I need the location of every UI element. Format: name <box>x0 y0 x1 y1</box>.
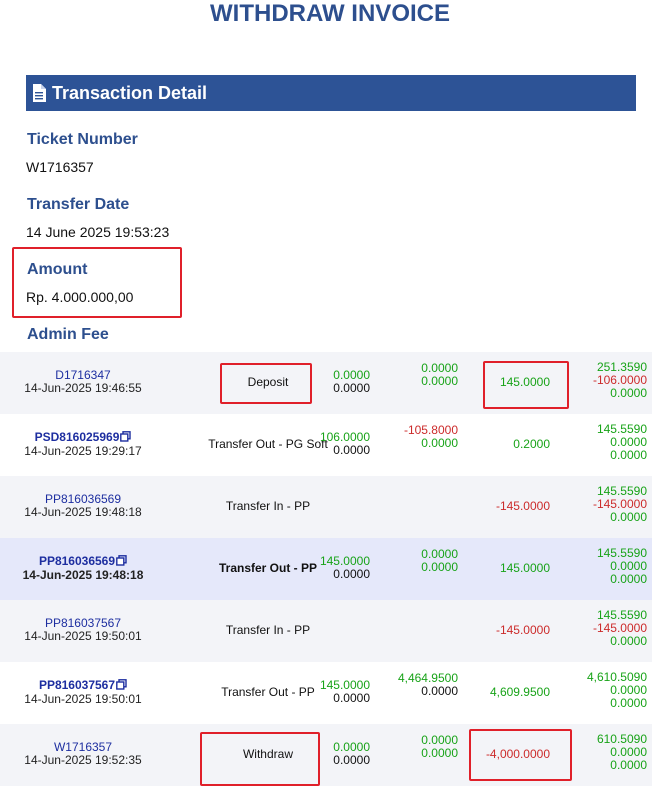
type-highlight <box>200 732 320 786</box>
transaction-id-link[interactable]: PP816037567 <box>39 678 115 692</box>
balance-pending: 0.0000 <box>610 448 647 462</box>
copy-icon[interactable] <box>120 431 132 445</box>
page-title: WITHDRAW INVOICE <box>210 0 450 27</box>
table-row: PP816037567 14-Jun-2025 19:50:01 Transfe… <box>0 662 652 724</box>
balance-pending: 0.0000 <box>610 634 647 648</box>
transaction-date: 14-Jun-2025 19:46:55 <box>24 381 142 395</box>
transaction-date: 14-Jun-2025 19:50:01 <box>24 629 142 643</box>
transaction-date: 14-Jun-2025 19:52:35 <box>24 753 142 767</box>
net-amount-highlight <box>483 361 569 409</box>
transaction-id-link[interactable]: PSD816025969 <box>35 430 120 444</box>
ticket-number-label: Ticket Number <box>27 131 138 148</box>
transaction-date: 14-Jun-2025 19:50:01 <box>24 692 142 706</box>
table-row: PP816036569 14-Jun-2025 19:48:18 Transfe… <box>0 476 652 538</box>
table-row: PSD816025969 14-Jun-2025 19:29:17 Transf… <box>0 414 652 476</box>
transaction-id-link[interactable]: D1716347 <box>55 368 110 382</box>
transaction-type: Transfer In - PP <box>225 623 311 637</box>
amount-highlight <box>12 247 182 318</box>
amount-out-secondary: 0.0000 <box>421 746 458 760</box>
net-amount: 4,609.9500 <box>489 685 550 699</box>
transaction-table: D1716347 14-Jun-2025 19:46:55 Deposit 0.… <box>0 352 652 786</box>
type-highlight <box>220 363 312 404</box>
balance-pending: 0.0000 <box>610 696 647 710</box>
document-icon <box>32 84 46 102</box>
transaction-id-link[interactable]: PP816037567 <box>45 616 121 630</box>
net-amount: -145.0000 <box>495 499 550 513</box>
table-row: D1716347 14-Jun-2025 19:46:55 Deposit 0.… <box>0 352 652 414</box>
copy-icon[interactable] <box>116 555 127 569</box>
net-amount: -145.0000 <box>495 623 550 637</box>
amount-in-secondary: 0.0000 <box>333 443 370 457</box>
transaction-detail-header: Transaction Detail <box>26 75 636 111</box>
transfer-date-label: Transfer Date <box>27 196 130 213</box>
balance-pending: 0.0000 <box>610 386 647 400</box>
net-amount: 0.2000 <box>513 437 550 451</box>
balance-pending: 0.0000 <box>610 758 647 772</box>
table-row: PP816037567 14-Jun-2025 19:50:01 Transfe… <box>0 600 652 662</box>
admin-fee-label: Admin Fee <box>27 326 109 343</box>
transaction-date: 14-Jun-2025 19:48:18 <box>24 505 142 519</box>
section-title: Transaction Detail <box>52 82 208 103</box>
amount-out-secondary: 0.0000 <box>421 436 458 450</box>
table-row: PP816036569 14-Jun-2025 19:48:18 Transfe… <box>0 538 652 600</box>
transaction-date: 14-Jun-2025 19:48:18 <box>22 568 144 582</box>
transaction-id-link[interactable]: PP816036569 <box>45 492 121 506</box>
ticket-number-value: W1716357 <box>26 159 94 175</box>
transaction-date: 14-Jun-2025 19:29:17 <box>24 444 142 458</box>
transaction-id-link[interactable]: PP816036569 <box>39 554 115 568</box>
copy-icon[interactable] <box>116 679 127 693</box>
balance-pending: 0.0000 <box>610 510 647 524</box>
transaction-type: Transfer In - PP <box>225 499 311 513</box>
net-amount-highlight <box>469 729 572 781</box>
amount-in-secondary: 0.0000 <box>333 691 370 705</box>
amount-in-secondary: 0.0000 <box>333 567 370 581</box>
net-amount: 145.0000 <box>499 561 550 575</box>
balance-pending: 0.0000 <box>610 572 647 586</box>
transaction-id-link[interactable]: W1716357 <box>54 740 112 754</box>
amount-out-secondary: 0.0000 <box>421 374 458 388</box>
amount-out-secondary: 0.0000 <box>421 560 458 574</box>
transfer-date-value: 14 June 2025 19:53:23 <box>26 224 170 240</box>
table-row: W1716357 14-Jun-2025 19:52:35 Withdraw 0… <box>0 724 652 786</box>
amount-out-secondary: 0.0000 <box>421 684 458 698</box>
